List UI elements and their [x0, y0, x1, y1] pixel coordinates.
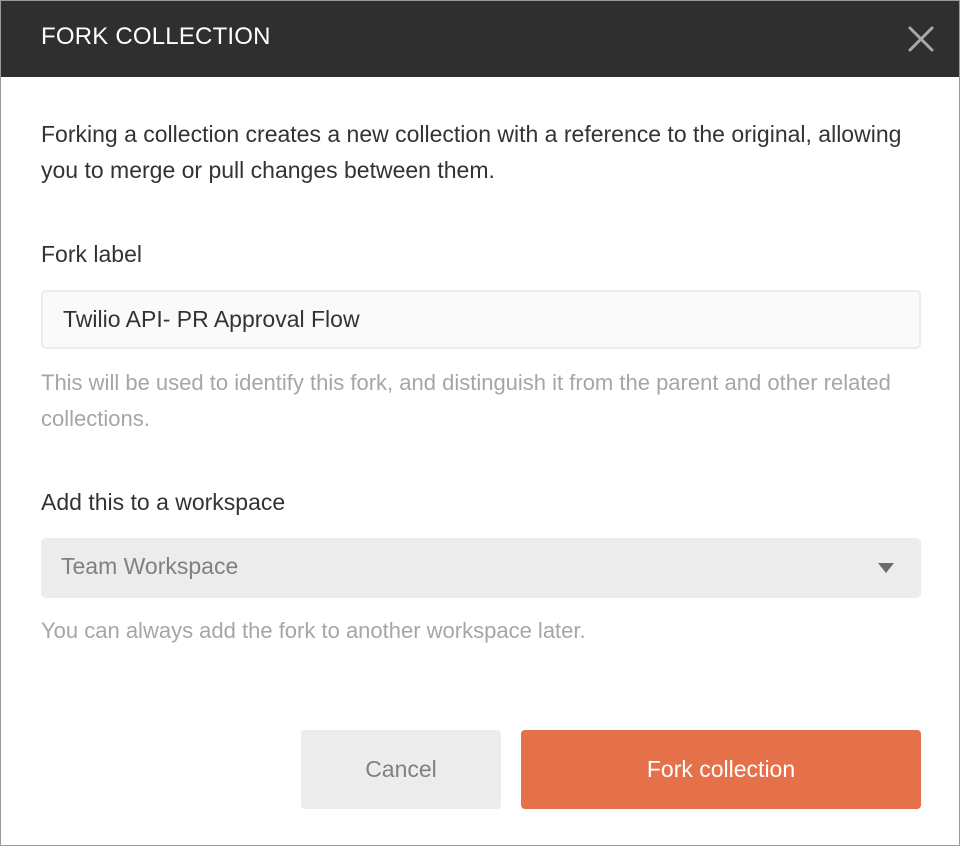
- fork-label-input[interactable]: [41, 290, 921, 349]
- close-button[interactable]: [903, 21, 939, 57]
- fork-collection-button[interactable]: Fork collection: [521, 730, 921, 809]
- workspace-select-value: Team Workspace: [61, 553, 239, 579]
- cancel-button[interactable]: Cancel: [301, 730, 501, 809]
- close-icon: [903, 21, 939, 57]
- dialog-description: Forking a collection creates a new colle…: [41, 121, 902, 183]
- fork-label-help: This will be used to identify this fork,…: [41, 370, 891, 431]
- workspace-heading: Add this to a workspace: [41, 489, 286, 515]
- caret-down-icon: [877, 562, 895, 574]
- fork-label-heading: Fork label: [41, 241, 142, 267]
- dialog-title: FORK COLLECTION: [41, 23, 271, 50]
- fork-collection-dialog: FORK COLLECTION Forking a collection cre…: [0, 0, 960, 846]
- dialog-header: FORK COLLECTION: [1, 1, 959, 77]
- workspace-help: You can always add the fork to another w…: [41, 618, 586, 643]
- workspace-select[interactable]: Team Workspace: [41, 538, 921, 598]
